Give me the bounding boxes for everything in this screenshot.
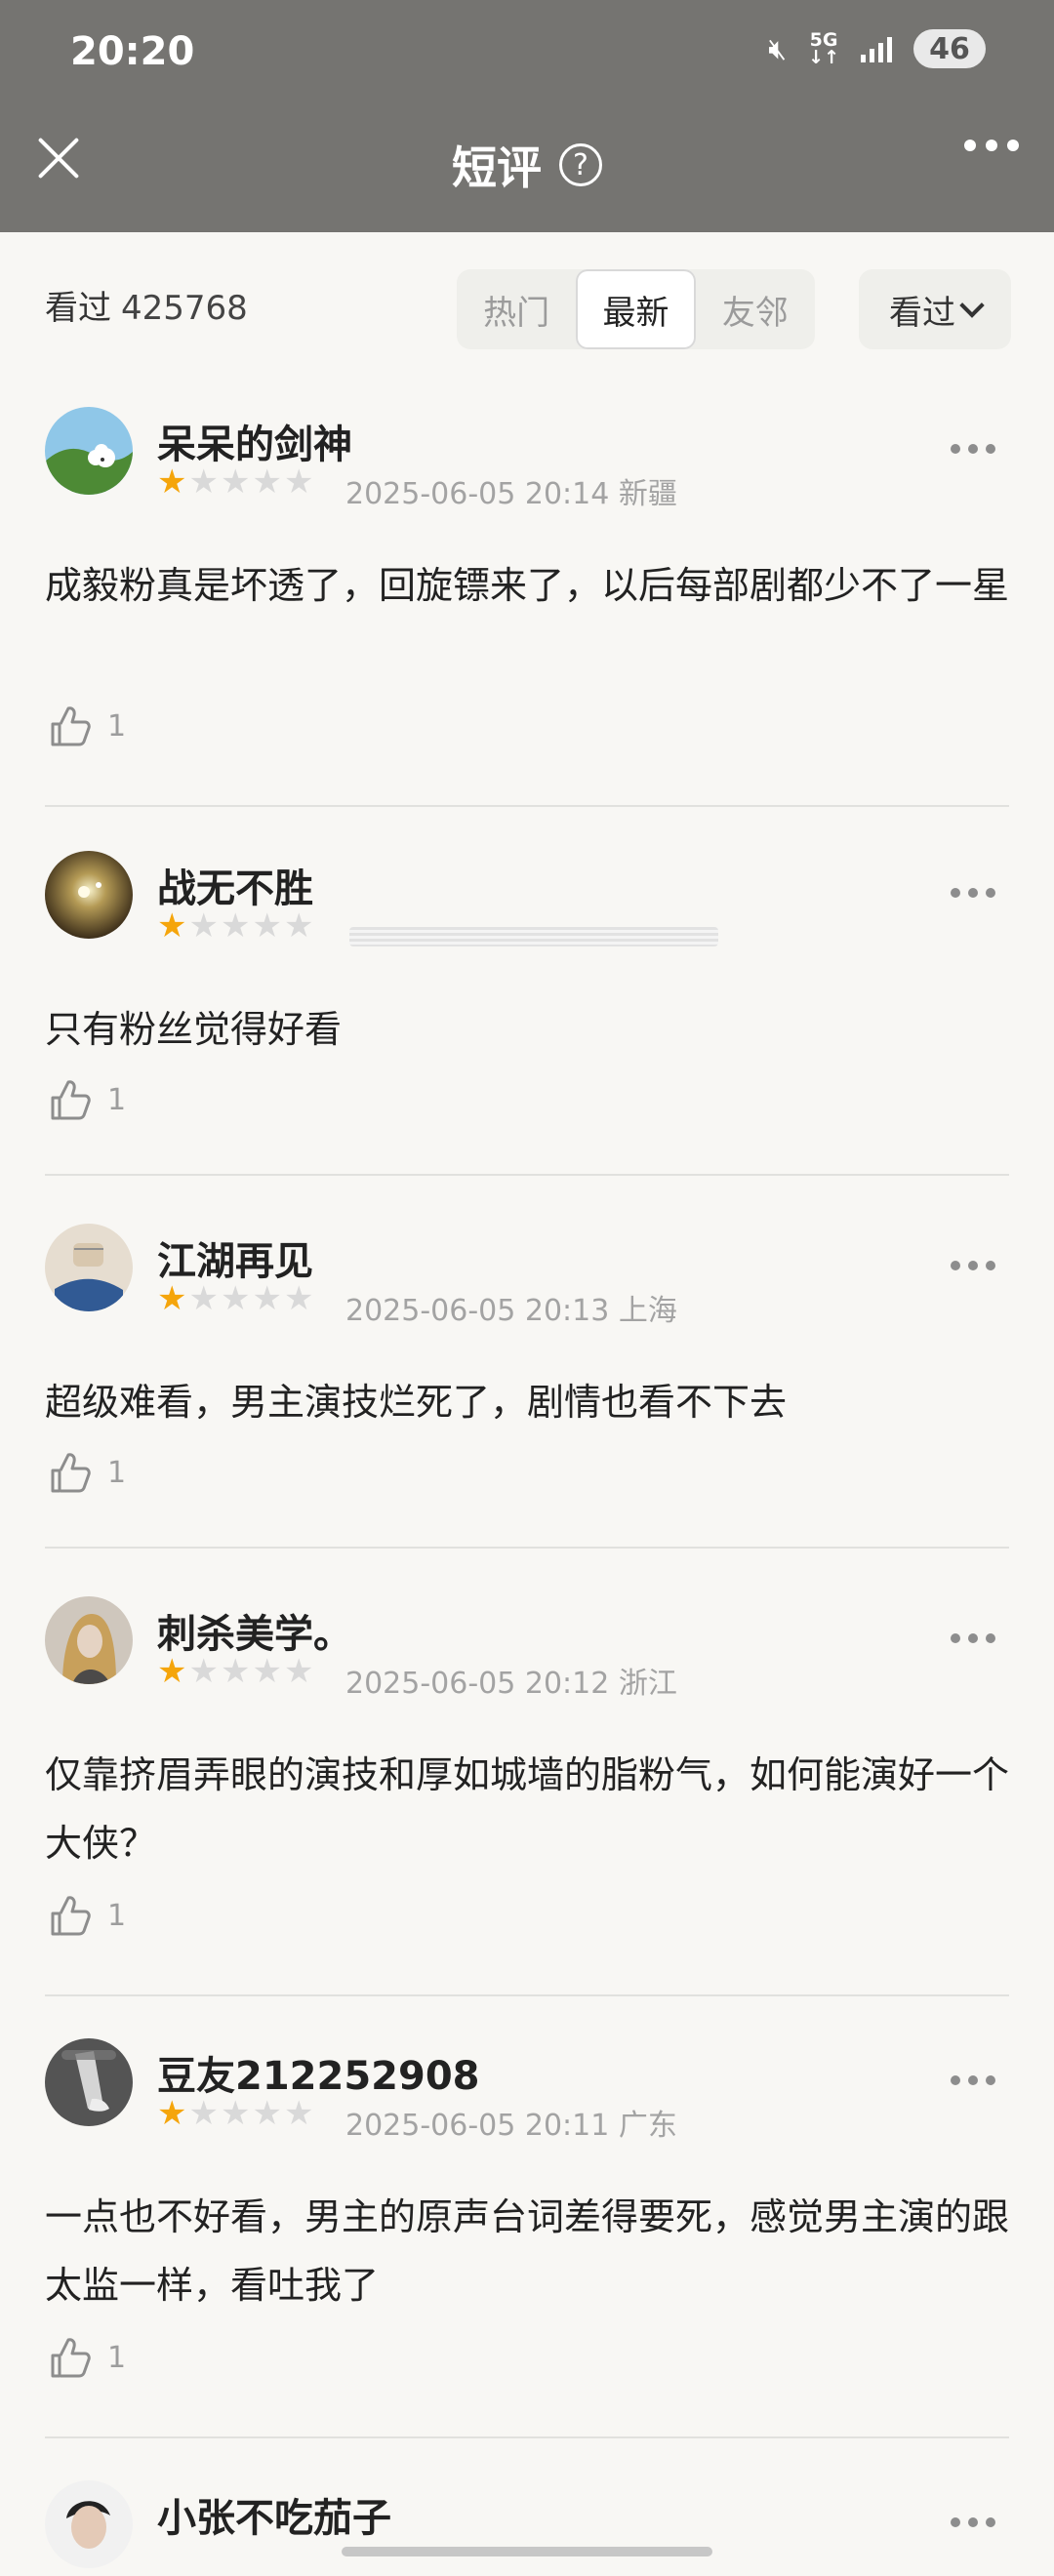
thumbs-up-icon [51,1453,91,1493]
review-location: 上海 [618,1294,677,1328]
thumbs-up-icon [51,706,91,746]
review-text: 一点也不好看，男主的原声台词差得要死，感觉男主演的跟太监一样，看吐我了 [45,2195,1010,2307]
more-options-icon[interactable] [951,888,995,898]
watched-count: 看过 425768 [45,281,248,329]
more-options-icon[interactable] [951,444,995,454]
more-icon[interactable] [964,140,1019,151]
username[interactable]: 小张不吃茄子 [157,2486,391,2543]
more-options-icon[interactable] [951,1261,995,1270]
review-location: 新疆 [618,477,677,511]
username[interactable]: 刺杀美学。 [157,1602,352,1659]
review-text: 成毅粉真是坏透了，回旋镖来了，以后每部剧都少不了一星 [45,564,1010,607]
tab-friends[interactable]: 友邻 [696,269,815,349]
like-button[interactable]: 1 [45,703,126,749]
dropdown-label: 看过 [889,293,955,333]
avatar[interactable] [45,2038,133,2126]
like-count: 1 [107,708,127,744]
thumbs-up-icon [51,2338,91,2378]
page-title-area: 短评 ? [0,133,1054,197]
more-options-icon[interactable] [951,2075,995,2085]
review-meta: 2025-06-05 20:13 上海 [345,1286,677,1329]
like-count: 1 [107,2340,127,2375]
page-title: 短评 [452,141,542,194]
status-icons: 🔇︎ 5G ↓↑ 46 [768,29,986,68]
rating-stars: ★ ★ ★ ★ ★ [157,1279,314,1318]
review-time: 2025-06-05 20:12 [345,1667,610,1701]
network-icon: 5G ↓↑ [808,29,839,68]
review-text: 仅靠挤眉弄眼的演技和厚如城墙的脂粉气，如何能演好一个大侠？ [45,1753,1010,1865]
review-text: 超级难看，男主演技烂死了，剧情也看不下去 [45,1381,788,1424]
watched-filter-dropdown[interactable]: 看过 [859,269,1011,349]
rating-stars: ★ ★ ★ ★ ★ [157,1652,314,1691]
status-time: 20:20 [70,29,195,74]
like-count: 1 [107,1898,127,1933]
help-icon[interactable]: ? [559,143,602,186]
chevron-down-icon [959,293,985,318]
tab-hot[interactable]: 热门 [457,269,576,349]
page: 20:20 🔇︎ 5G ↓↑ 46 短评 ? 看过 425768 热门 最新 友邻 … [0,0,1054,2576]
sort-tabs: 热门 最新 友邻 [457,269,815,349]
top-bar: 20:20 🔇︎ 5G ↓↑ 46 短评 ? [0,0,1054,232]
username[interactable]: 呆呆的剑神 [157,413,352,469]
divider [45,2436,1009,2438]
review-meta: 2025-06-05 20:11 广东 [345,2101,677,2144]
username[interactable]: 江湖再见 [157,1229,313,1286]
thumbs-up-icon [51,1896,91,1936]
review-location: 浙江 [618,1667,677,1701]
divider [45,1174,1009,1176]
thumbs-up-icon [51,1080,91,1120]
username[interactable]: 豆友212252908 [157,2044,480,2101]
blurred-meta [349,927,718,946]
username[interactable]: 战无不胜 [157,857,313,913]
more-options-icon[interactable] [951,1633,995,1643]
review-time: 2025-06-05 20:13 [345,1294,610,1328]
review-text: 只有粉丝觉得好看 [45,1008,343,1051]
like-count: 1 [107,1455,127,1490]
like-button[interactable]: 1 [45,1076,126,1123]
avatar[interactable] [45,2480,133,2568]
avatar[interactable] [45,851,133,939]
rating-stars: ★ ★ ★ ★ ★ [157,463,314,502]
avatar[interactable] [45,407,133,495]
avatar[interactable] [45,1224,133,1311]
like-button[interactable]: 1 [45,1449,126,1496]
divider [45,1994,1009,1996]
review-meta: 2025-06-05 20:12 浙江 [345,1659,677,1702]
like-count: 1 [107,1082,127,1117]
review-location: 广东 [618,2109,677,2143]
tab-latest[interactable]: 最新 [576,269,696,349]
rating-stars: ★ ★ ★ ★ ★ [157,2094,314,2133]
count-value: 425768 [121,289,248,328]
divider [45,805,1009,807]
more-options-icon[interactable] [951,2517,995,2527]
like-button[interactable]: 1 [45,2334,126,2381]
review-meta: 2025-06-05 20:14 新疆 [345,469,677,512]
home-indicator[interactable] [342,2547,712,2556]
like-button[interactable]: 1 [45,1892,126,1939]
signal-icon [861,35,892,62]
battery-indicator: 46 [913,29,986,68]
review-time: 2025-06-05 20:14 [345,477,610,511]
count-label: 看过 [45,289,111,328]
mute-icon: 🔇︎ [768,31,788,66]
filter-bar: 看过 425768 热门 最新 友邻 看过 [0,252,1054,359]
review-time: 2025-06-05 20:11 [345,2109,610,2143]
rating-stars: ★ ★ ★ ★ ★ [157,906,314,946]
divider [45,1547,1009,1549]
avatar[interactable] [45,1596,133,1684]
